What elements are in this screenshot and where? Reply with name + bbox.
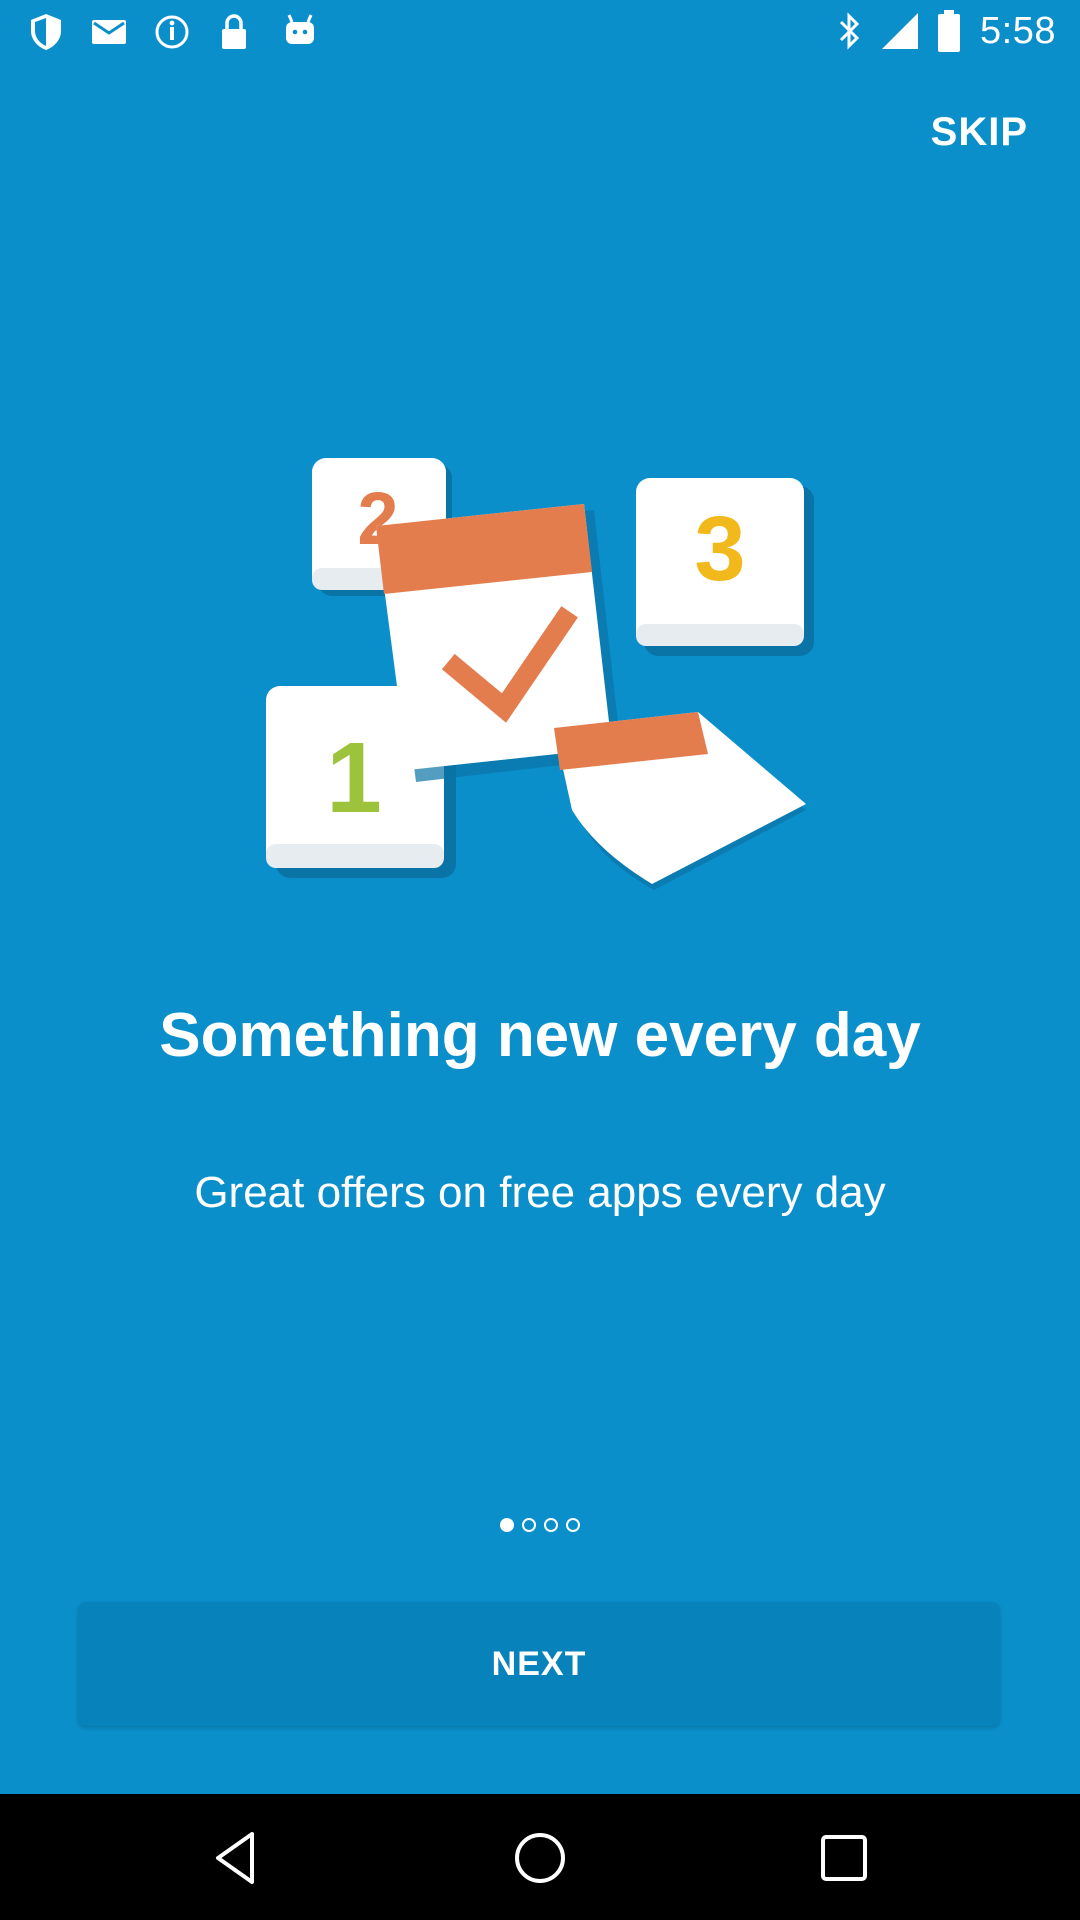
next-button[interactable]: NEXT: [78, 1602, 1000, 1726]
page-indicator: [0, 1518, 1080, 1532]
tile-number-1: 1: [326, 722, 382, 834]
next-button-label: NEXT: [491, 1644, 587, 1683]
android-icon: [286, 14, 314, 44]
mail-icon: [92, 20, 126, 44]
status-bar: 5:58: [0, 0, 1080, 62]
status-icons-right: 5:58: [834, 8, 1056, 54]
recents-icon[interactable]: [814, 1828, 874, 1888]
lock-icon: [222, 14, 246, 49]
number-tile-3: 3: [636, 478, 814, 656]
calendar-page-curled: [554, 712, 806, 890]
tile-number-3: 3: [694, 498, 745, 600]
status-time: 5:58: [980, 9, 1056, 52]
page-dot-3[interactable]: [544, 1518, 558, 1532]
page-dot-2[interactable]: [522, 1518, 536, 1532]
shield-icon: [31, 14, 61, 50]
home-icon[interactable]: [510, 1828, 570, 1888]
navigation-bar: [0, 1794, 1080, 1920]
page-dot-4[interactable]: [566, 1518, 580, 1532]
calendar-illustration: 2 3 1: [266, 458, 814, 890]
battery-icon: [938, 10, 961, 52]
signal-icon: [882, 13, 919, 49]
back-icon[interactable]: [206, 1828, 266, 1888]
onboarding-subtitle: Great offers on free apps every day: [194, 1168, 886, 1217]
page-dot-1[interactable]: [500, 1518, 514, 1532]
bluetooth-icon: [839, 12, 860, 50]
onboarding-title: Something new every day: [159, 1001, 921, 1070]
skip-button[interactable]: SKIP: [931, 110, 1028, 155]
info-icon: [155, 15, 189, 49]
